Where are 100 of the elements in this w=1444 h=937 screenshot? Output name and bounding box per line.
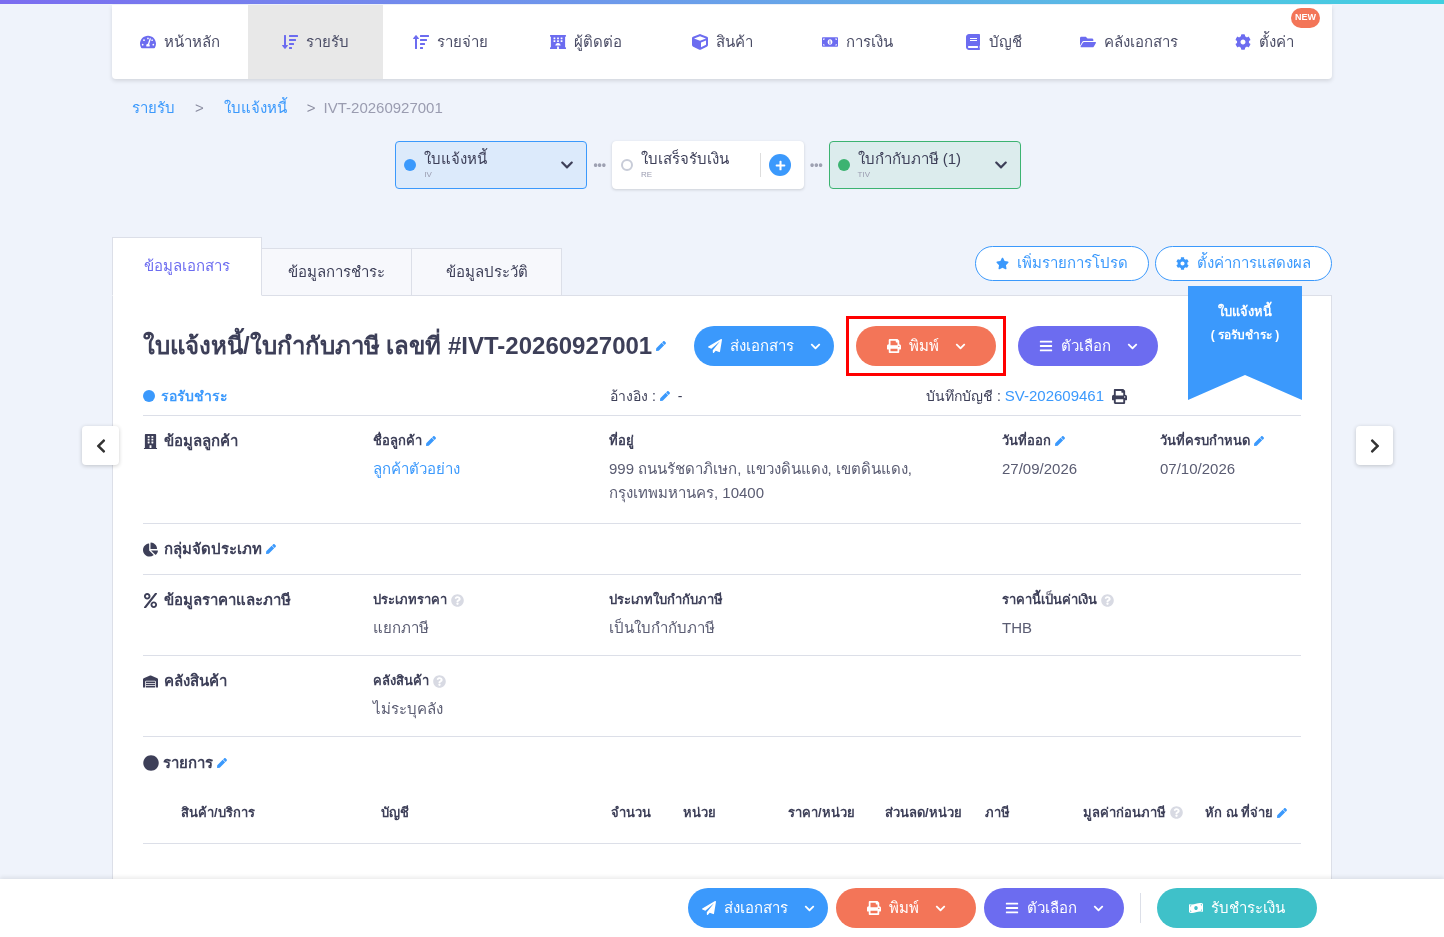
circle-icon <box>143 755 159 771</box>
tab[interactable]: ข้อมูลประวัติ <box>412 248 562 296</box>
nav-tab[interactable]: สินค้า <box>654 5 790 79</box>
edit-icon[interactable] <box>656 341 667 351</box>
field-value: เป็นใบกำกับภาษี <box>609 617 716 638</box>
breadcrumb-separator: > <box>306 98 316 119</box>
field-label: ราคานี้เป็นค่าเงิน <box>1002 590 1097 610</box>
nav-tab[interactable]: ผู้ติดต่อ <box>518 5 655 79</box>
field-label: ที่อยู่ <box>609 431 634 451</box>
ledger-label: บันทึกบัญชี : <box>926 386 1001 406</box>
printer-icon[interactable] <box>1112 388 1128 404</box>
previous-button[interactable] <box>82 426 119 465</box>
step-code: TIV <box>857 169 872 181</box>
cash-icon <box>1189 901 1203 915</box>
edit-icon[interactable] <box>1277 807 1288 818</box>
menu-icon <box>1038 339 1053 353</box>
document-flow-step[interactable]: ใบกำกับภาษี (1) TIV <box>828 141 1021 189</box>
menu-icon <box>1004 901 1019 915</box>
field-value: 999 ถนนรัชดาภิเษก, แขวงดินแดง, เขตดินแดง, กรุงเทพมหานคร, 10400 <box>609 459 914 505</box>
step-label: ใบเสร็จรับเงิน <box>641 149 730 169</box>
field-label: ชื่อลูกค้า <box>373 431 422 451</box>
dashboard-icon <box>139 34 156 50</box>
section-title: รายการ <box>163 752 213 773</box>
column-header: จำนวน <box>611 804 651 822</box>
settings-icon <box>1176 257 1189 270</box>
banknote-icon <box>822 34 839 50</box>
field-value: ไม่ระบุคลัง <box>373 699 444 721</box>
pie-chart-icon <box>143 541 158 557</box>
field-label: ประเภทใบกำกับภาษี <box>609 590 723 610</box>
printer-icon <box>866 901 881 915</box>
nav-tab[interactable]: การเงิน <box>789 5 926 79</box>
paper-plane-icon <box>707 339 722 353</box>
nav-tab[interactable]: รายรับ <box>247 5 384 79</box>
percent-icon <box>143 592 158 608</box>
field-label: คลังสินค้า <box>373 672 429 691</box>
step-code: IV <box>424 169 433 181</box>
step-label: ใบกำกับภาษี (1) <box>857 149 963 169</box>
edit-icon[interactable] <box>426 436 436 446</box>
column-header: บัญชี <box>381 804 409 823</box>
column-header: ส่วนลด/หน่วย <box>885 804 962 822</box>
book-icon <box>964 34 981 50</box>
column-header: ภาษี <box>985 804 1010 822</box>
column-header: สินค้า/บริการ <box>181 804 255 822</box>
field-value: 07/10/2026 <box>1160 459 1237 479</box>
column-header: ราคา/หน่วย <box>788 804 855 822</box>
field-value: แยกภาษี <box>373 618 430 638</box>
new-badge: NEW <box>1291 8 1321 28</box>
reference-label: อ้างอิง : <box>610 386 656 406</box>
paper-plane-icon <box>701 901 716 915</box>
step-code: RE <box>641 169 654 181</box>
cube-icon <box>691 34 708 50</box>
edit-icon[interactable] <box>266 544 276 554</box>
edit-icon[interactable] <box>1055 436 1065 446</box>
column-header: หน่วย <box>683 804 716 822</box>
next-button[interactable] <box>1356 426 1393 465</box>
tab[interactable]: ข้อมูลการชำระ <box>262 248 412 296</box>
printer-icon <box>886 339 901 353</box>
field-label: วันที่ออก <box>1002 431 1051 451</box>
document-flow-step[interactable]: ใบเสร็จรับเงิน RE <box>612 141 804 189</box>
breadcrumb-item: IVT-20260927001 <box>323 98 443 119</box>
field-value: THB <box>1002 618 1033 638</box>
connector-dots: ••• <box>810 157 823 174</box>
reference-value: - <box>677 386 683 406</box>
status-label: รอรับชำระ <box>161 386 228 406</box>
sort-up-icon <box>413 34 430 50</box>
edit-icon[interactable] <box>1254 436 1264 446</box>
field-value: 27/09/2026 <box>1002 459 1079 479</box>
ribbon-title: ใบแจ้งหนี้ <box>1218 302 1272 322</box>
section-title: คลังสินค้า <box>164 670 227 691</box>
document-flow-step[interactable]: ใบแจ้งหนี้ IV <box>395 141 588 189</box>
nav-tab[interactable]: คลังเอกสาร <box>1060 5 1197 79</box>
warehouse-icon <box>143 673 158 689</box>
section-title: กลุ่มจัดประเภท <box>164 538 262 561</box>
nav-tab[interactable]: รายจ่าย <box>383 5 519 79</box>
star-icon <box>996 257 1009 270</box>
document-title: ใบแจ้งหนี้/ใบกำกับภาษี เลขที่ #IVT-20260927001 <box>143 328 653 364</box>
field-label: วันที่ครบกำหนด <box>1160 431 1250 451</box>
building-icon <box>143 433 158 449</box>
nav-tab[interactable]: หน้าหลัก <box>112 5 248 79</box>
ribbon-status: ( รอรับชำระ ) <box>1210 326 1280 344</box>
options-button[interactable]: ตัวเลือก <box>984 888 1124 928</box>
plus-icon <box>774 159 786 171</box>
edit-icon[interactable] <box>217 758 227 768</box>
add-button[interactable] <box>769 154 791 176</box>
building-icon <box>550 34 567 50</box>
step-label: ใบแจ้งหนี้ <box>424 149 489 169</box>
options-button[interactable]: ตัวเลือก <box>1018 326 1159 366</box>
nav-tab[interactable]: บัญชี <box>925 5 1061 79</box>
column-header: หัก ณ ที่จ่าย <box>1205 803 1274 822</box>
column-header: มูลค่าก่อนภาษี <box>1083 804 1166 823</box>
edit-icon[interactable] <box>659 391 670 401</box>
nav-tab[interactable]: ตั้งค่า NEW <box>1196 5 1333 79</box>
section-title: ข้อมูลลูกค้า <box>164 430 238 453</box>
settings-icon <box>1234 34 1251 50</box>
folder-icon <box>1079 34 1096 50</box>
tab[interactable]: ข้อมูลเอกสาร <box>112 237 262 296</box>
sort-down-icon <box>281 34 298 50</box>
section-title: ข้อมูลราคาและภาษี <box>164 589 291 612</box>
connector-dots: ••• <box>593 157 606 174</box>
breadcrumb-separator: > <box>195 98 204 119</box>
